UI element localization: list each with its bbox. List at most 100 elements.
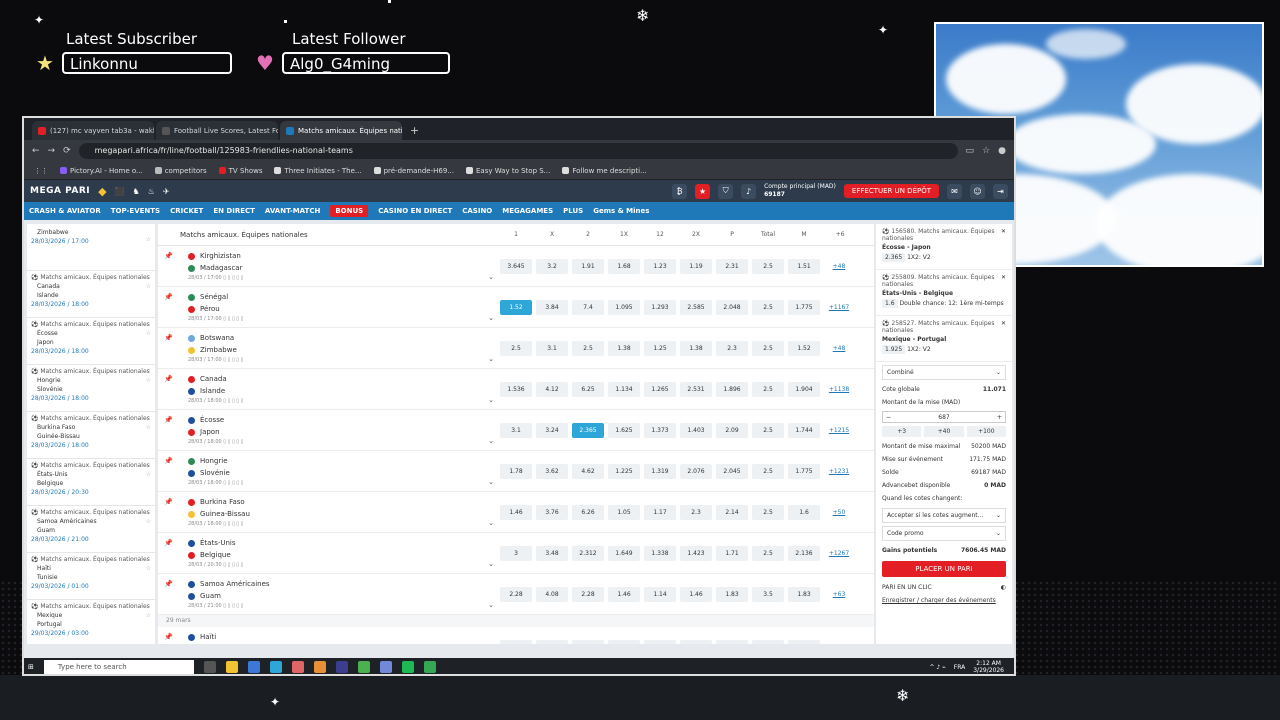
odds-button[interactable]: 1.17 xyxy=(644,504,676,520)
dota-icon[interactable]: ⬛ xyxy=(115,187,125,196)
after-effects-icon[interactable] xyxy=(335,661,348,673)
stake-input[interactable]: − 687 + xyxy=(882,411,1006,423)
odds-button[interactable]: 3.48 xyxy=(536,545,568,561)
match-teams[interactable]: 📌 Kirghizistan Madagascar 28/03 / 17:00 ▯ ▯… xyxy=(158,246,498,286)
pin-icon[interactable]: 📌 xyxy=(164,539,173,547)
favorite-star-icon[interactable]: ☆ xyxy=(146,236,151,243)
odds-button[interactable]: 3.62 xyxy=(536,463,568,479)
vip-icon[interactable]: ★ xyxy=(695,183,711,199)
match-teams[interactable]: 📌 Botswana Zimbabwe 28/03 / 17:00 ▯ ▯ ▯ ▯ ▯… xyxy=(158,328,498,368)
odds-button[interactable]: 1.38 xyxy=(680,340,712,356)
windows-start-icon[interactable]: ⊞ xyxy=(28,663,34,671)
odds-button[interactable]: 3.84 xyxy=(536,299,568,315)
odds-button[interactable]: 1.6 xyxy=(788,504,820,520)
pin-icon[interactable]: 📌 xyxy=(164,375,173,383)
nav-more[interactable]: PLUS xyxy=(563,207,583,215)
chevron-down-icon[interactable]: ⌄ xyxy=(488,560,494,568)
pin-icon[interactable]: 📌 xyxy=(164,252,173,260)
odds-button[interactable]: 2.5 xyxy=(500,340,532,356)
bet-type-select[interactable]: Combiné ⌄ xyxy=(882,365,1006,380)
taskbar-search[interactable]: Type here to search xyxy=(43,660,194,674)
odds-button[interactable]: 1.775 xyxy=(788,463,820,479)
odds-button[interactable]: 2.5 xyxy=(752,340,784,356)
account-balance[interactable]: Compte principal (MAD) 69187 xyxy=(764,183,836,199)
odds-button[interactable]: 1.283 xyxy=(680,639,712,644)
bookmark-item[interactable]: Pictory.AI - Home o... xyxy=(60,167,143,175)
nav-bonus[interactable]: BONUS xyxy=(330,205,369,217)
more-markets-link[interactable]: +1080 xyxy=(822,644,856,645)
site-logo[interactable]: MEGA PARI xyxy=(30,186,90,196)
game-icon[interactable]: ♞ xyxy=(133,187,140,196)
store-icon[interactable] xyxy=(247,661,260,673)
odds-button[interactable]: 1.05 xyxy=(608,504,640,520)
favorite-star-icon[interactable]: ☆ xyxy=(146,330,151,337)
place-bet-button[interactable]: PLACER UN PARI xyxy=(882,561,1006,577)
odds-button[interactable]: 2.3 xyxy=(716,340,748,356)
odds-button[interactable]: 2.1 xyxy=(572,639,604,644)
odds-button[interactable]: 2.5 xyxy=(752,545,784,561)
match-teams[interactable]: 📌 Sénégal Pérou 28/03 / 17:00 ▯ ▯ ▯ ▯ ▯ ⌄ xyxy=(158,287,498,327)
close-icon[interactable]: ✕ xyxy=(1001,228,1006,235)
odds-button[interactable]: 2.5 xyxy=(752,639,784,644)
quick-stake-button[interactable]: +3 xyxy=(882,426,922,437)
left-match-item[interactable]: ⚽ Matchs amicaux. Équipes nationales Samo… xyxy=(27,506,155,553)
odds-button[interactable]: 1.25 xyxy=(644,340,676,356)
chevron-down-icon[interactable]: ⌄ xyxy=(488,478,494,486)
odds-button[interactable]: 2.312 xyxy=(572,545,604,561)
odds-button[interactable]: 2.28 xyxy=(572,586,604,602)
one-click-toggle[interactable]: PARI EN UN CLIC ◐ xyxy=(876,581,1012,594)
more-markets-link[interactable]: +63 xyxy=(822,591,856,598)
odds-button[interactable]: 3.92 xyxy=(500,639,532,644)
odds-button[interactable]: 1.71 xyxy=(716,545,748,561)
odds-button[interactable]: 1.51 xyxy=(788,258,820,274)
odds-button[interactable]: 1.19 xyxy=(680,258,712,274)
odds-button[interactable]: 1.68 xyxy=(608,258,640,274)
bitcoin-icon[interactable]: ₿ xyxy=(672,183,688,199)
odds-button[interactable]: 2.496 xyxy=(716,639,748,644)
odds-button[interactable]: 1.14 xyxy=(644,586,676,602)
odds-button[interactable]: 1.46 xyxy=(608,586,640,602)
odds-button[interactable]: 2.076 xyxy=(680,463,712,479)
odds-button[interactable]: 1.095 xyxy=(608,299,640,315)
odds-button[interactable]: 2.5 xyxy=(572,340,604,356)
odds-button[interactable]: 1.38 xyxy=(608,340,640,356)
odds-button[interactable]: 1.78 xyxy=(500,463,532,479)
toggle-icon[interactable]: ◐ xyxy=(1001,584,1006,591)
odds-button[interactable]: 1.83 xyxy=(788,586,820,602)
nav-cricket[interactable]: CRICKET xyxy=(170,207,203,215)
bookmark-item[interactable]: pré-demande-H69... xyxy=(373,167,454,175)
bookmark-item[interactable]: Easy Way to Stop S... xyxy=(465,167,550,175)
deposit-button[interactable]: EFFECTUER UN DÉPÔT xyxy=(843,184,939,198)
new-tab-button[interactable]: + xyxy=(404,124,425,140)
odds-button[interactable]: 2.14 xyxy=(716,504,748,520)
racing-icon[interactable]: ✈ xyxy=(163,187,170,196)
chrome-icon[interactable] xyxy=(423,661,436,673)
file-explorer-icon[interactable] xyxy=(225,661,238,673)
browser-tab-megapari[interactable]: Matchs amicaux. Équipes natio ✕ xyxy=(280,121,402,140)
more-markets-link[interactable]: +1215 xyxy=(822,427,856,434)
favorite-star-icon[interactable]: ☆ xyxy=(146,565,151,572)
odds-button[interactable]: 2.5 xyxy=(752,463,784,479)
left-match-item[interactable]: ⚽ Matchs amicaux. Équipes nationales Écos… xyxy=(27,318,155,365)
odds-button[interactable]: 3 xyxy=(500,545,532,561)
left-match-item[interactable]: ⚽ Matchs amicaux. Équipes nationales Hong… xyxy=(27,365,155,412)
odds-button[interactable]: 1.536 xyxy=(788,639,820,644)
odds-button[interactable]: 1.319 xyxy=(644,463,676,479)
close-icon[interactable]: ✕ xyxy=(1001,320,1006,327)
quick-stake-button[interactable]: +40 xyxy=(924,426,964,437)
chevron-down-icon[interactable]: ⌄ xyxy=(488,396,494,404)
odds-button[interactable]: 6.25 xyxy=(572,381,604,397)
left-match-item[interactable]: Zimbabwe 28/03/2026 / 17:00 ☆ xyxy=(27,224,155,271)
bell-icon[interactable]: ♪ xyxy=(741,183,757,199)
apps-icon[interactable]: ⋮⋮ xyxy=(34,167,48,175)
odds-button[interactable]: 1.46 xyxy=(680,586,712,602)
odds-button[interactable]: 4.62 xyxy=(572,463,604,479)
app-icon[interactable] xyxy=(291,661,304,673)
chevron-down-icon[interactable]: ⌄ xyxy=(488,314,494,322)
odds-button[interactable]: 2.531 xyxy=(680,381,712,397)
chevron-down-icon[interactable]: ⌄ xyxy=(488,273,494,281)
odds-button[interactable]: 1.744 xyxy=(788,422,820,438)
odds-button[interactable]: 1.775 xyxy=(788,299,820,315)
chrome-icon[interactable] xyxy=(357,661,370,673)
odds-button[interactable]: 2.045 xyxy=(716,463,748,479)
